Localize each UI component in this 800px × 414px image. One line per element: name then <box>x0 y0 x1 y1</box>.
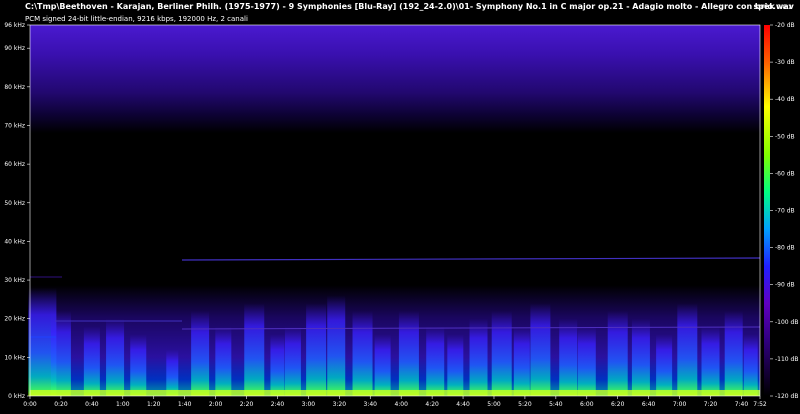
db-tick-label: -50 dB <box>775 133 795 140</box>
energy-burst <box>166 349 179 396</box>
time-tick-label: 7:20 <box>704 401 718 408</box>
freq-tick-label: 80 kHz <box>4 84 25 91</box>
time-tick-label: 3:20 <box>333 401 347 408</box>
freq-tick-label: 90 kHz <box>4 45 25 52</box>
time-tick-label: 6:40 <box>642 401 656 408</box>
time-tick-label: 0:40 <box>85 401 99 408</box>
time-tick-label: 1:20 <box>147 401 161 408</box>
energy-burst <box>701 326 720 396</box>
energy-burst <box>215 326 232 396</box>
energy-burst <box>656 334 673 396</box>
energy-burst <box>284 326 301 396</box>
energy-burst <box>50 310 71 396</box>
time-tick-label: 2:40 <box>271 401 285 408</box>
energy-burst <box>106 318 125 396</box>
energy-burst <box>607 310 628 396</box>
freq-tick-label: 30 kHz <box>4 277 25 284</box>
energy-burst <box>270 334 285 396</box>
energy-burst <box>559 318 578 396</box>
freq-tick-label: 60 kHz <box>4 161 25 168</box>
freq-tick-label: 40 kHz <box>4 238 25 245</box>
time-tick-label: 7:40 <box>735 401 749 408</box>
freq-tick-label: 10 kHz <box>4 354 25 361</box>
db-tick-label: -120 dB <box>775 393 798 400</box>
energy-burst <box>530 303 551 396</box>
db-tick-label: -110 dB <box>775 356 798 363</box>
time-tick-label: 4:00 <box>394 401 408 408</box>
energy-burst <box>724 310 743 396</box>
time-tick-label: 5:20 <box>518 401 532 408</box>
energy-burst <box>374 334 391 396</box>
db-tick-label: -20 dB <box>775 22 795 29</box>
db-scale: -20 dB -30 dB -40 dB -50 dB -60 dB -70 dB -80 … <box>770 22 798 400</box>
freq-tick-label: 20 kHz <box>4 316 25 323</box>
time-tick-label: 3:40 <box>364 401 378 408</box>
db-tick-label: -100 dB <box>775 319 798 326</box>
freq-tick-label: 50 kHz <box>4 200 25 207</box>
energy-burst <box>426 326 445 396</box>
db-tick-label: -80 dB <box>775 245 795 252</box>
freq-tick-label: 70 kHz <box>4 122 25 129</box>
time-tick-label: 6:00 <box>580 401 594 408</box>
energy-burst <box>631 318 650 396</box>
freq-tick-label: 0 kHz <box>8 393 25 400</box>
time-tick-label: 7:00 <box>673 401 687 408</box>
time-tick-label: 5:00 <box>487 401 501 408</box>
bass-energy-floor <box>30 390 760 396</box>
db-tick-label: -70 dB <box>775 208 795 215</box>
db-tick-label: -60 dB <box>775 170 795 177</box>
spectrogram-view[interactable]: 0 kHz 10 kHz 20 kHz 30 kHz 40 kHz 50 kHz 60 kH… <box>0 0 800 414</box>
energy-burst <box>447 334 464 396</box>
db-tick-label: -30 dB <box>775 59 795 66</box>
time-tick-label: 6:20 <box>611 401 625 408</box>
high-frequency-band <box>30 25 760 265</box>
db-color-bar <box>764 25 770 396</box>
time-tick-label: 0:20 <box>54 401 68 408</box>
time-tick-label: 4:40 <box>456 401 470 408</box>
time-tick-label: 3:00 <box>302 401 316 408</box>
time-axis: 0:00 0:20 0:40 1:00 1:20 1:40 2:00 2:20 2:40 3:00… <box>23 396 767 408</box>
db-tick-label: -40 dB <box>775 96 795 103</box>
energy-burst <box>398 310 419 396</box>
time-tick-label: 2:00 <box>209 401 223 408</box>
db-tick-label: -90 dB <box>775 282 795 289</box>
energy-burst <box>577 326 596 396</box>
frequency-axis: 0 kHz 10 kHz 20 kHz 30 kHz 40 kHz 50 kHz 60 kH… <box>4 22 30 400</box>
energy-burst <box>130 334 147 396</box>
energy-burst <box>743 334 758 396</box>
freq-tick-label: 96 kHz <box>4 22 25 29</box>
time-tick-label: 1:00 <box>116 401 130 408</box>
time-tick-label: 2:20 <box>240 401 254 408</box>
time-tick-label: 4:20 <box>425 401 439 408</box>
energy-burst <box>352 310 373 396</box>
energy-burst <box>83 326 100 396</box>
time-tick-label: 1:40 <box>178 401 192 408</box>
energy-burst <box>327 295 346 396</box>
energy-burst <box>306 303 327 396</box>
energy-burst <box>191 310 210 396</box>
energy-burst <box>513 326 530 396</box>
time-tick-label: 7:52 <box>753 401 767 408</box>
energy-burst <box>491 310 512 396</box>
time-tick-label: 5:40 <box>549 401 563 408</box>
energy-burst <box>469 318 488 396</box>
energy-burst <box>244 303 265 396</box>
energy-burst <box>677 303 698 396</box>
time-tick-label: 0:00 <box>23 401 37 408</box>
